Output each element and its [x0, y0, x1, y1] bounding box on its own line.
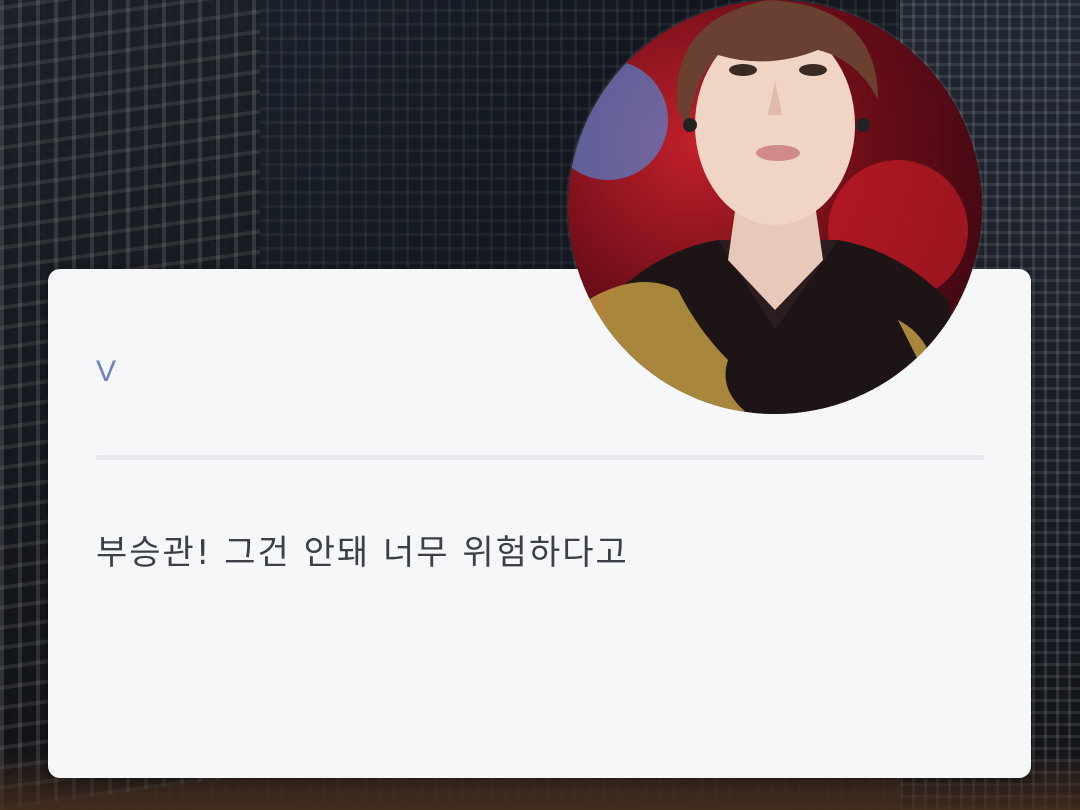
dialogue-message: 부승관! 그건 안돼 너무 위험하다고 [96, 533, 629, 573]
character-avatar [568, 0, 982, 414]
character-portrait-icon [568, 0, 968, 414]
scene: V 부승관! 그건 안돼 너무 위험하다고 [0, 0, 1080, 810]
speaker-name: V [96, 355, 117, 388]
divider [96, 455, 984, 460]
